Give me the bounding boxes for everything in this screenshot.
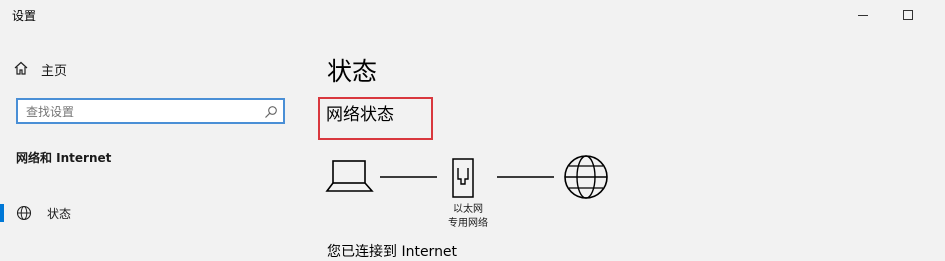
maximize-icon xyxy=(903,10,913,20)
search-input[interactable] xyxy=(24,100,258,124)
network-profile-label: 专用网络 xyxy=(448,218,488,229)
search-icon[interactable] xyxy=(264,104,278,123)
selected-indicator xyxy=(0,204,4,222)
minimize-button[interactable] xyxy=(840,0,886,30)
sidebar-section-title: 网络和 Internet xyxy=(16,151,112,165)
connection-status-text: 您已连接到 Internet xyxy=(327,244,458,260)
search-box[interactable] xyxy=(16,98,285,124)
home-icon xyxy=(14,60,28,79)
window-title: 设置 xyxy=(12,9,37,23)
network-diagram xyxy=(325,155,608,199)
network-status-heading: 网络状态 xyxy=(326,105,394,125)
minimize-icon xyxy=(858,14,868,16)
globe-icon xyxy=(564,155,608,199)
sidebar: 主页 网络和 Internet 状态 xyxy=(0,30,300,249)
ethernet-adapter-icon xyxy=(452,158,474,198)
maximize-button[interactable] xyxy=(885,0,931,30)
nav-home-label: 主页 xyxy=(41,63,68,79)
page-title: 状态 xyxy=(327,57,378,86)
nav-home[interactable]: 主页 xyxy=(14,58,67,80)
status-globe-icon xyxy=(16,205,32,225)
laptop-icon xyxy=(325,160,374,192)
adapter-label: 以太网 专用网络 xyxy=(438,203,498,231)
adapter-type-label: 以太网 xyxy=(453,204,483,215)
sidebar-item-status[interactable]: 状态 xyxy=(0,201,300,225)
sidebar-item-label: 状态 xyxy=(47,207,72,221)
